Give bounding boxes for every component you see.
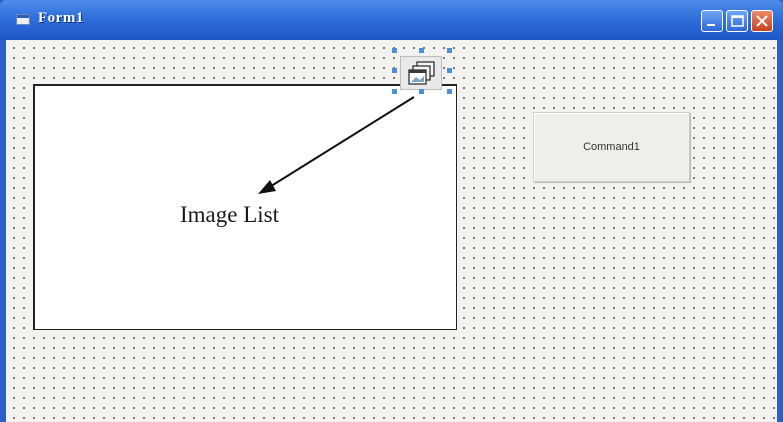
close-button[interactable] — [751, 10, 773, 32]
selection-handle[interactable] — [392, 48, 397, 53]
imagelist-icon — [408, 61, 435, 85]
selection-handle[interactable] — [447, 48, 452, 53]
selection-handle[interactable] — [447, 68, 452, 73]
title-bar[interactable]: Form1 — [0, 0, 783, 40]
selection-handle[interactable] — [419, 89, 424, 94]
maximize-icon — [731, 15, 744, 27]
command-button[interactable]: Command1 — [533, 112, 690, 182]
close-icon — [756, 15, 768, 27]
command-button-label: Command1 — [583, 141, 640, 153]
minimize-button[interactable] — [701, 10, 723, 32]
maximize-button[interactable] — [726, 10, 748, 32]
imagelist-body — [400, 56, 442, 90]
form-icon — [16, 14, 30, 25]
selection-handle[interactable] — [419, 48, 424, 53]
selection-handle[interactable] — [447, 89, 452, 94]
selection-handle[interactable] — [392, 68, 397, 73]
minimize-icon — [707, 24, 715, 26]
imagelist-annotation-label: Image List — [180, 202, 279, 227]
selection-handle[interactable] — [392, 89, 397, 94]
imagelist-control[interactable] — [392, 48, 452, 94]
window-title: Form1 — [38, 10, 84, 26]
